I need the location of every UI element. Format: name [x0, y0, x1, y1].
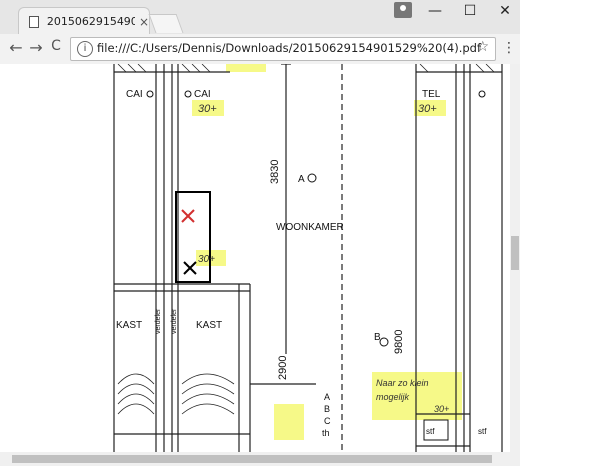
url-text[interactable]: file:///C:/Users/Dennis/Downloads/201506…	[97, 41, 481, 55]
verdeler-label: verdeler	[155, 308, 162, 334]
floorplan-drawing: CAI CAI TEL 30+ 30+ 3830 A WOONKAMER 30+…	[113, 64, 503, 452]
minimize-button[interactable]: —	[420, 2, 450, 20]
outlet-symbol	[478, 90, 486, 98]
window-edge	[520, 0, 600, 466]
handwritten-note: 30+	[434, 404, 449, 414]
point-b-symbol	[379, 337, 389, 347]
stairs	[117, 373, 235, 415]
pdf-viewer: CAI CAI TEL 30+ 30+ 3830 A WOONKAMER 30+…	[0, 64, 520, 466]
info-icon[interactable]: i	[77, 41, 93, 57]
stf-label: stf	[478, 427, 487, 436]
handwritten-note: mogelijk	[376, 392, 410, 402]
vertical-scrollbar[interactable]	[510, 64, 520, 452]
woonkamer-label: WOONKAMER	[276, 222, 344, 233]
handwritten-note: 30+	[198, 254, 215, 265]
dimension-2900: 2900	[277, 356, 289, 380]
back-button[interactable]: ←	[6, 38, 26, 57]
highlight-mark	[226, 64, 266, 72]
vertical-scroll-thumb[interactable]	[511, 236, 519, 270]
kast-left-label: KAST	[116, 320, 142, 331]
horizontal-scroll-thumb[interactable]	[12, 455, 492, 463]
cai-mid-label: CAI	[194, 89, 211, 100]
outlet-symbol	[184, 90, 192, 98]
menu-icon[interactable]: ⋮	[502, 40, 516, 56]
tel-label: TEL	[422, 89, 441, 100]
browser-tab[interactable]: 20150629154901529 (4). ×	[18, 7, 150, 35]
forward-button[interactable]: →	[26, 38, 46, 57]
legend-th: th	[322, 428, 330, 438]
dimension-3830: 3830	[269, 160, 281, 184]
tab-title: 20150629154901529 (4).	[46, 15, 135, 28]
legend-a: A	[324, 392, 330, 402]
marked-box	[175, 191, 211, 283]
outlet-symbol	[146, 90, 154, 98]
handwritten-note: Naar zo klein	[376, 378, 429, 388]
point-a-symbol	[307, 173, 317, 183]
pdf-page[interactable]: CAI CAI TEL 30+ 30+ 3830 A WOONKAMER 30+…	[6, 64, 510, 452]
dimension-9800: 9800	[393, 330, 405, 354]
highlight-mark	[274, 404, 304, 440]
point-a-label: A	[298, 174, 305, 185]
close-window-button[interactable]: ✕	[490, 2, 520, 20]
document-icon	[29, 15, 39, 28]
stf-label: stf	[426, 427, 435, 436]
browser-toolbar: ← → C i file:///C:/Users/Dennis/Download…	[0, 34, 520, 65]
handwritten-note: 30+	[198, 103, 217, 115]
verdeler-label: verdeler	[171, 308, 178, 334]
legend-b: B	[324, 404, 330, 414]
handwritten-note: 30+	[418, 103, 437, 115]
kast-right-label: KAST	[196, 320, 222, 331]
profile-icon[interactable]	[394, 2, 412, 18]
bookmark-star-icon[interactable]: ☆	[476, 39, 489, 55]
maximize-button[interactable]: ☐	[455, 2, 485, 20]
hatch	[117, 64, 495, 73]
legend-c: C	[324, 416, 331, 426]
tab-close-icon[interactable]: ×	[139, 15, 149, 29]
horizontal-scrollbar[interactable]	[0, 452, 520, 466]
cai-left-label: CAI	[126, 89, 143, 100]
title-bar: 20150629154901529 (4). × — ☐ ✕	[0, 0, 600, 35]
reload-button[interactable]: C	[46, 38, 66, 54]
address-bar[interactable]: i file:///C:/Users/Dennis/Downloads/2015…	[70, 37, 496, 61]
